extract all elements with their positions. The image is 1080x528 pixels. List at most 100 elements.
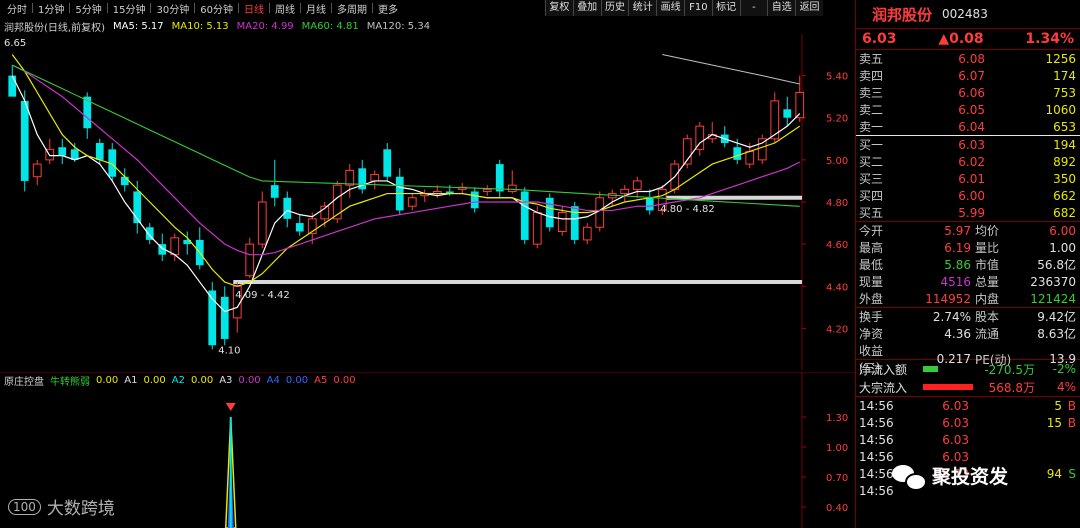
period-tab-8[interactable]: 月线 bbox=[303, 1, 329, 16]
fund-flow-bar-fill bbox=[923, 366, 938, 372]
candle[interactable] bbox=[482, 185, 492, 196]
candle[interactable] bbox=[283, 191, 292, 228]
candlestick-chart[interactable]: 5.40 5.20 5.00 4.80 4.60 4.40 4.20 6.65 4.10 4.09… bbox=[0, 34, 855, 370]
indicator-name[interactable]: 原庄控盘 bbox=[4, 373, 44, 388]
price-tick-label: 5.00 bbox=[826, 156, 848, 167]
last-price: 6.03 bbox=[862, 31, 897, 47]
period-tab-4[interactable]: 30分钟 bbox=[153, 1, 192, 16]
candle[interactable] bbox=[383, 143, 392, 181]
stat-label: 流通 bbox=[975, 327, 1000, 341]
candle[interactable] bbox=[108, 143, 117, 181]
watermark-right-text: 聚投资发 bbox=[932, 466, 1009, 488]
price-tick-label: 4.20 bbox=[826, 324, 848, 335]
fund-flow-label: 净流入额 bbox=[859, 362, 908, 377]
sell-level-price: 6.05 bbox=[958, 102, 985, 117]
quote-panel: 润邦股份 002483 6.03 ▲0.08 1.34% 卖五 6.08 1256 卖… bbox=[855, 0, 1080, 528]
candle[interactable] bbox=[783, 96, 792, 127]
period-tab-9[interactable]: 多周期 bbox=[334, 1, 370, 16]
indicator-tick-label: 0.40 bbox=[826, 503, 848, 514]
candle[interactable] bbox=[420, 189, 430, 202]
candle[interactable] bbox=[470, 187, 479, 213]
buy-level-price: 5.99 bbox=[958, 205, 985, 220]
tick-flag: B bbox=[1067, 398, 1076, 413]
candle[interactable] bbox=[495, 159, 504, 198]
candle-body bbox=[757, 138, 767, 161]
candle[interactable] bbox=[145, 223, 154, 245]
period-tab-1[interactable]: 1分钟 bbox=[35, 1, 67, 16]
period-tab-0[interactable]: 分时 bbox=[4, 1, 30, 16]
candle[interactable] bbox=[695, 121, 705, 156]
price-change: ▲0.08 bbox=[938, 31, 984, 47]
toolbar-button-6[interactable]: 标记 bbox=[711, 0, 740, 16]
toolbar-button-3[interactable]: 统计 bbox=[628, 0, 657, 16]
period-tab-10[interactable]: 更多 bbox=[375, 1, 401, 16]
high-annotation: 6.65 bbox=[4, 38, 26, 49]
candle[interactable] bbox=[295, 214, 304, 236]
candle-body bbox=[507, 184, 517, 192]
candle-body bbox=[345, 169, 355, 186]
candle[interactable] bbox=[195, 227, 204, 270]
candle[interactable] bbox=[158, 233, 167, 261]
candle[interactable] bbox=[407, 193, 417, 211]
period-tab-3[interactable]: 15分钟 bbox=[110, 1, 149, 16]
candle[interactable] bbox=[520, 187, 529, 245]
candle[interactable] bbox=[208, 282, 217, 350]
toolbar-button-0[interactable]: 复权 bbox=[545, 0, 573, 16]
candle[interactable] bbox=[370, 170, 380, 190]
toolbar-button-4[interactable]: 画线 bbox=[656, 0, 684, 16]
sell-level-row: 卖二 6.05 1060 bbox=[856, 101, 1080, 118]
candle[interactable] bbox=[245, 237, 255, 278]
candle[interactable] bbox=[770, 92, 780, 144]
stat-value: 6.00 bbox=[1049, 223, 1076, 238]
stat-value: 1.00 bbox=[1049, 240, 1076, 255]
candle[interactable] bbox=[620, 185, 630, 202]
period-tab-6[interactable]: 日线 bbox=[241, 1, 267, 16]
candle[interactable] bbox=[32, 159, 42, 186]
toolbar-button-9[interactable]: 返回 bbox=[795, 0, 823, 16]
candle[interactable] bbox=[257, 191, 267, 249]
candle-body bbox=[645, 197, 654, 211]
candle[interactable] bbox=[507, 170, 517, 194]
candle[interactable] bbox=[358, 159, 367, 194]
candle[interactable] bbox=[395, 168, 404, 215]
indicator-signal-marker bbox=[225, 403, 236, 411]
candle[interactable] bbox=[582, 223, 592, 245]
candle-body bbox=[482, 188, 492, 192]
buy-level-row: 买五 5.99 682 bbox=[856, 204, 1080, 221]
stat-label: 最低 bbox=[859, 258, 884, 272]
buy-level-label: 买四 bbox=[859, 189, 884, 203]
candle[interactable] bbox=[632, 176, 642, 198]
period-tab-5[interactable]: 60分钟 bbox=[197, 1, 236, 16]
candle[interactable] bbox=[545, 193, 554, 232]
candle[interactable] bbox=[220, 286, 229, 346]
period-tab-2[interactable]: 5分钟 bbox=[72, 1, 104, 16]
candle[interactable] bbox=[270, 159, 279, 207]
candle[interactable] bbox=[20, 90, 29, 192]
toolbar-button-1[interactable]: 叠加 bbox=[572, 0, 601, 16]
candle[interactable] bbox=[707, 121, 717, 144]
candle[interactable] bbox=[645, 189, 654, 215]
period-tab-7[interactable]: 周线 bbox=[272, 1, 298, 16]
candle-body bbox=[8, 75, 17, 97]
indicator-chart[interactable]: 1.30 1.00 0.70 0.40 bbox=[0, 372, 855, 528]
watermark-logo: 100 bbox=[8, 498, 41, 515]
candle[interactable] bbox=[720, 126, 729, 148]
candle[interactable] bbox=[757, 134, 767, 165]
candle[interactable] bbox=[345, 164, 355, 198]
period-separator bbox=[194, 3, 196, 13]
stat-label: 现量 bbox=[859, 275, 884, 289]
stat-label: 外盘 bbox=[859, 292, 884, 306]
toolbar-button-7[interactable]: - bbox=[739, 0, 768, 16]
fund-flow-bar bbox=[923, 384, 973, 390]
ma-legend: 润邦股份(日线,前复权) MA5: 5.17 MA10: 5.13 MA20: 4.… bbox=[0, 18, 800, 34]
toolbar-button-2[interactable]: 历史 bbox=[600, 0, 629, 16]
buy-level-row: 买一 6.03 194 bbox=[856, 136, 1080, 153]
toolbar-button-8[interactable]: 自选 bbox=[767, 0, 796, 16]
low-annotation: 4.10 bbox=[218, 345, 240, 356]
sell-level-price: 6.08 bbox=[958, 51, 985, 66]
candle[interactable] bbox=[58, 138, 67, 165]
stat-value: 114952 bbox=[925, 291, 971, 306]
toolbar-button-5[interactable]: F10 bbox=[683, 0, 712, 16]
candle-body bbox=[370, 174, 380, 182]
panel-header: 润邦股份 002483 bbox=[856, 0, 1080, 28]
